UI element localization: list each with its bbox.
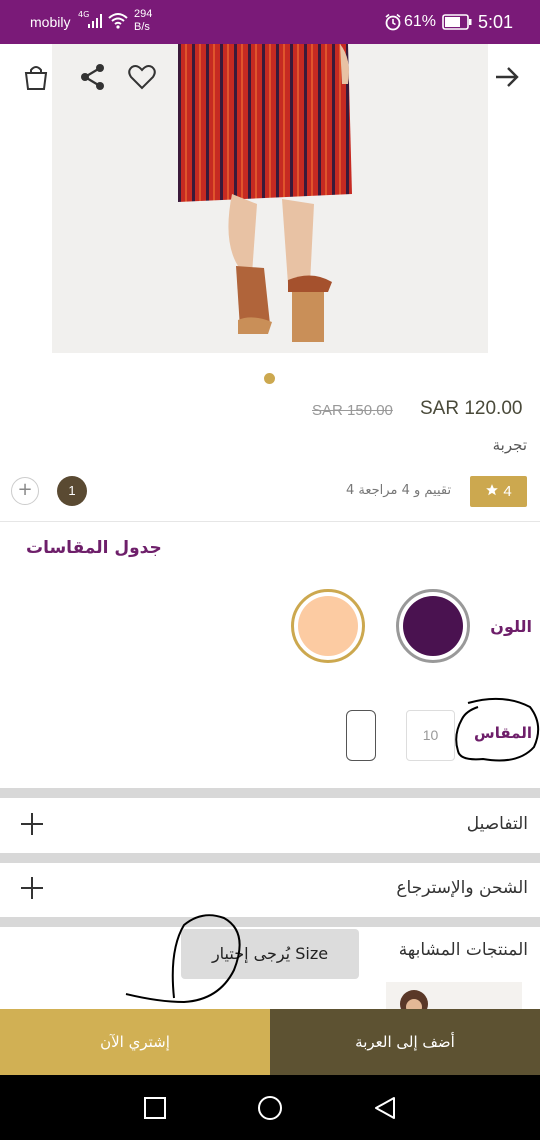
alarm-icon: [385, 13, 401, 31]
add-to-cart-button[interactable]: أضف إلى العربة: [270, 1009, 540, 1075]
signal-icon: [88, 14, 102, 28]
similar-product-thumbnail[interactable]: [386, 982, 522, 1009]
share-icon: [81, 64, 104, 90]
wifi-icon: [108, 13, 128, 29]
plus-icon: [21, 813, 43, 835]
back-icon[interactable]: [372, 1095, 398, 1121]
star-icon: [486, 484, 499, 496]
back-button[interactable]: [492, 62, 522, 92]
toast-message: يُرجى إختيار Size: [181, 929, 359, 979]
color-label: اللون: [490, 617, 532, 636]
divider: [0, 521, 540, 522]
speed-unit: B/s: [134, 21, 150, 33]
reviews-summary[interactable]: 4 تقييم و 4 مراجعة: [346, 483, 451, 498]
cart-icon: [24, 66, 48, 90]
clock: 5:01: [478, 12, 514, 32]
speed-value: 294: [134, 8, 153, 20]
size-label: المقاس: [474, 724, 532, 742]
product-photo: [400, 990, 428, 1009]
color-swatch-peach[interactable]: [291, 589, 365, 663]
product-price: SAR 120.00: [420, 398, 523, 419]
accordion-shipping[interactable]: الشحن والإسترجاع: [0, 864, 540, 916]
color-swatch-purple[interactable]: [396, 589, 470, 663]
status-bar: mobily 4G 294 B/s 61% 5:01: [0, 0, 540, 44]
share-button[interactable]: [78, 62, 108, 92]
divider: [0, 788, 540, 798]
divider: [0, 917, 540, 927]
buy-now-button[interactable]: إشتري الآن: [0, 1009, 270, 1075]
quantity-increase-button[interactable]: +: [11, 477, 39, 505]
accordion-label: التفاصيل: [466, 814, 528, 834]
battery-percent: 61%: [404, 13, 437, 30]
original-price: SAR 150.00: [312, 402, 393, 419]
quantity-value: 1: [57, 476, 87, 506]
size-chart-link[interactable]: جدول المقاسات: [26, 538, 162, 558]
action-bar: إشتري الآن أضف إلى العربة: [0, 1009, 540, 1075]
arrow-right-icon: [496, 67, 519, 87]
system-nav-bar: [0, 1075, 540, 1140]
accordion-details[interactable]: التفاصيل: [0, 800, 540, 852]
plus-icon: [21, 877, 43, 899]
product-brand: تجربة: [492, 436, 527, 454]
wishlist-button[interactable]: [127, 62, 157, 92]
image-pager-dot[interactable]: [264, 373, 275, 384]
size-option-empty[interactable]: [346, 710, 376, 761]
rating-badge: 4: [470, 476, 527, 507]
home-icon[interactable]: [257, 1095, 283, 1121]
rating-value: 4: [503, 483, 512, 500]
similar-products-title: المنتجات المشابهة: [398, 940, 528, 960]
recents-icon[interactable]: [142, 1095, 168, 1121]
network-speed: 294 B/s: [134, 8, 152, 34]
color-fill: [403, 596, 463, 656]
divider: [0, 853, 540, 863]
carrier-name: mobily: [30, 14, 71, 30]
product-photo: [178, 44, 352, 342]
heart-icon: [128, 65, 156, 90]
product-image[interactable]: [52, 44, 488, 353]
battery-icon: [442, 14, 472, 30]
cart-button[interactable]: [21, 62, 51, 92]
accordion-label: الشحن والإسترجاع: [396, 878, 528, 898]
size-option-10[interactable]: 10: [406, 710, 455, 761]
color-fill: [298, 596, 358, 656]
